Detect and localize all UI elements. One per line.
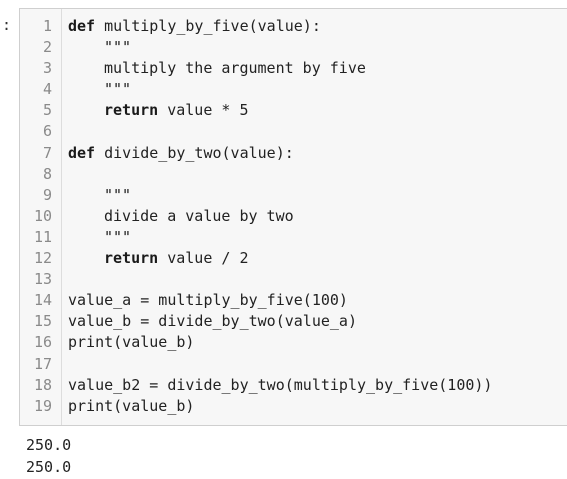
code-line[interactable]: """ [68, 185, 567, 206]
line-number: 16 [33, 333, 52, 352]
code-text: print(value_b) [68, 396, 195, 415]
line-number-gutter: 1 2 3 4 5 6 7 8 9 10 11 12 13 14 15 16 17 18 19 [20, 9, 62, 425]
code-line[interactable]: value_a = multiply_by_five(100) [68, 290, 567, 311]
code-line[interactable]: """ [68, 227, 567, 248]
code-line[interactable]: value_b2 = divide_by_two(multiply_by_fiv… [68, 375, 567, 396]
code-line[interactable] [68, 121, 567, 142]
code-text: """ [104, 80, 132, 99]
code-text: value_a = multiply_by_five(100) [68, 291, 348, 310]
code-line[interactable]: return value * 5 [68, 100, 567, 121]
code-line[interactable]: def multiply_by_five(value): [68, 16, 567, 37]
cell-prompt: : [2, 16, 12, 34]
line-number: 2 [42, 38, 52, 57]
line-number: 17 [33, 354, 52, 373]
code-text: print(value_b) [68, 333, 195, 352]
code-line[interactable]: return value / 2 [68, 248, 567, 269]
line-number: 7 [42, 143, 52, 162]
keyword-token: def [68, 17, 96, 35]
line-number: 4 [42, 80, 52, 99]
code-text: divide_by_two(value): [95, 143, 294, 162]
code-text: multiply_by_five(value): [95, 17, 321, 35]
keyword-token: return [104, 101, 159, 120]
output-line: 250.0 [26, 436, 72, 454]
line-number: 6 [42, 122, 52, 141]
code-line[interactable]: """ [68, 37, 567, 58]
code-line[interactable]: print(value_b) [68, 396, 567, 417]
code-line[interactable]: print(value_b) [68, 332, 567, 353]
code-line[interactable]: multiply the argument by five [68, 58, 567, 79]
keyword-token: return [104, 249, 159, 268]
code-text: divide a value by two [104, 206, 294, 225]
line-number: 13 [33, 270, 52, 289]
code-text: multiply the argument by five [104, 59, 366, 78]
cell-output: 250.0 250.0 [26, 434, 71, 478]
line-number: 14 [33, 291, 52, 310]
code-text: """ [104, 227, 132, 246]
code-text: value * 5 [158, 101, 249, 120]
code-text: value_b = divide_by_two(value_a) [68, 312, 357, 331]
line-number: 12 [33, 249, 52, 268]
line-number: 11 [33, 227, 52, 246]
line-number: 15 [33, 312, 52, 331]
code-text: value / 2 [158, 249, 249, 268]
code-line[interactable]: """ [68, 79, 567, 100]
line-number: 8 [42, 164, 52, 183]
line-number: 9 [42, 185, 52, 204]
code-text: value_b2 = divide_by_two(multiply_by_fiv… [68, 375, 493, 394]
code-line[interactable]: value_b = divide_by_two(value_a) [68, 311, 567, 332]
code-area[interactable]: def multiply_by_five(value): """ multiply … [68, 16, 567, 417]
code-editor[interactable]: 1 2 3 4 5 6 7 8 9 10 11 12 13 14 15 16 17 18 19 def multip… [19, 8, 567, 426]
line-number: 18 [33, 375, 52, 394]
line-number: 5 [42, 101, 52, 120]
line-number: 1 [42, 17, 52, 35]
code-line[interactable] [68, 269, 567, 290]
code-text: """ [104, 38, 132, 57]
output-line: 250.0 [26, 458, 72, 476]
line-number: 3 [42, 59, 52, 78]
code-line[interactable]: def divide_by_two(value): [68, 143, 567, 164]
keyword-token: def [68, 143, 96, 162]
line-number: 19 [33, 396, 52, 415]
code-line[interactable] [68, 354, 567, 375]
code-line[interactable] [68, 164, 567, 185]
line-number: 10 [33, 206, 52, 225]
code-text: """ [104, 185, 132, 204]
code-line[interactable]: divide a value by two [68, 206, 567, 227]
